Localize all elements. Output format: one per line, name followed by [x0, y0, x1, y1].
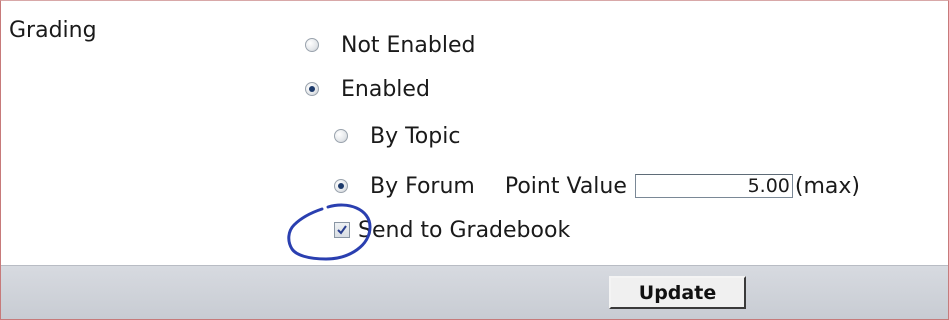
annotation-circle-icon	[287, 203, 372, 261]
send-to-gradebook-label: Send to Gradebook	[358, 217, 571, 243]
option-by-topic[interactable]: By Topic	[334, 121, 460, 151]
radio-by-topic[interactable]	[334, 129, 348, 143]
grading-panel: Grading Not Enabled Enabled By Topic By …	[0, 0, 949, 320]
not-enabled-label: Not Enabled	[341, 32, 476, 58]
update-button[interactable]: Update	[609, 276, 746, 309]
by-topic-label: By Topic	[370, 123, 461, 149]
point-value-input[interactable]	[634, 174, 793, 198]
enabled-label: Enabled	[341, 76, 430, 102]
option-not-enabled[interactable]: Not Enabled	[305, 30, 475, 60]
radio-enabled[interactable]	[305, 82, 319, 96]
max-label: (max)	[794, 173, 860, 199]
radio-by-forum[interactable]	[334, 179, 348, 193]
option-enabled[interactable]: Enabled	[305, 74, 430, 104]
option-by-forum[interactable]: By Forum Point Value (max)	[334, 171, 860, 201]
point-value-label: Point Value	[504, 173, 627, 199]
by-forum-label: By Forum	[370, 173, 475, 199]
grading-section-label: Grading	[9, 18, 97, 43]
footer-bar: Update	[1, 265, 948, 319]
radio-not-enabled[interactable]	[305, 38, 319, 52]
